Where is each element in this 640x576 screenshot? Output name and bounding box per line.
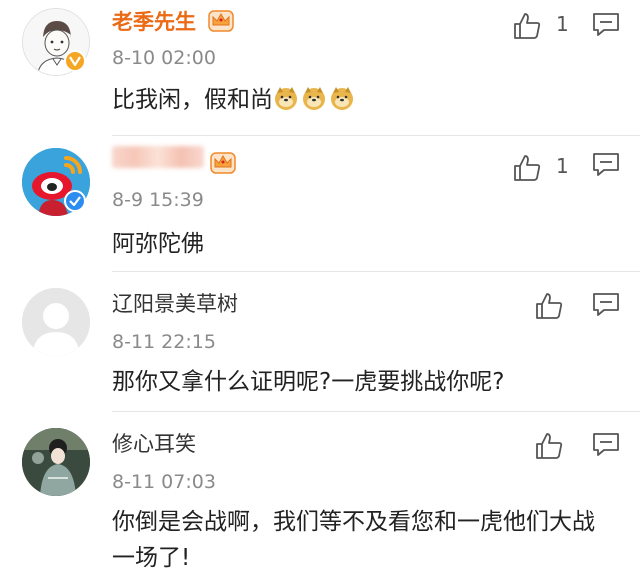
username[interactable]: 辽阳景美草树 bbox=[112, 290, 238, 318]
avatar[interactable] bbox=[22, 288, 90, 356]
username[interactable]: 老季先生 bbox=[112, 8, 196, 36]
like-button[interactable] bbox=[534, 288, 594, 324]
doge-icon bbox=[275, 87, 297, 110]
comment-item: 老季先生 8-10 02:00 比我闲，假和尚 1 bbox=[0, 0, 640, 136]
thumbs-up-icon bbox=[514, 155, 541, 181]
reply-button[interactable] bbox=[592, 432, 620, 458]
comment-text: 你倒是会战啊，我们等不及看您和一虎他们大战一场了! bbox=[112, 509, 595, 571]
thumbs-up-icon bbox=[514, 13, 541, 39]
timestamp: 8-11 07:03 bbox=[112, 471, 216, 493]
thumbs-up-icon bbox=[536, 433, 563, 459]
comment-icon bbox=[593, 293, 619, 316]
doge-icon bbox=[303, 87, 325, 110]
like-button[interactable] bbox=[534, 428, 594, 464]
reply-button[interactable] bbox=[592, 152, 620, 178]
verified-badge-icon bbox=[64, 50, 86, 72]
comment-text: 阿弥陀佛 bbox=[112, 231, 204, 257]
username-obscured[interactable] bbox=[112, 146, 204, 168]
comment-text: 那你又拿什么证明呢?一虎要挑战你呢? bbox=[112, 369, 505, 395]
reply-button[interactable] bbox=[592, 12, 620, 38]
timestamp: 8-9 15:39 bbox=[112, 189, 204, 211]
username[interactable]: 修心耳笑 bbox=[112, 430, 196, 458]
comment-text-content: 比我闲，假和尚 bbox=[112, 87, 273, 113]
thumbs-up-icon bbox=[536, 293, 563, 319]
like-count: 1 bbox=[556, 12, 569, 36]
reply-button[interactable] bbox=[592, 292, 620, 318]
verified-badge-icon bbox=[64, 190, 86, 212]
comment-text: 比我闲，假和尚 bbox=[112, 82, 620, 118]
comment-item: 8-9 15:39 阿弥陀佛 1 bbox=[0, 136, 640, 272]
timestamp: 8-11 22:15 bbox=[112, 331, 216, 353]
comment-list: 老季先生 8-10 02:00 比我闲，假和尚 1 8-9 15:39 阿弥陀佛… bbox=[0, 0, 640, 576]
timestamp: 8-10 02:00 bbox=[112, 47, 216, 69]
comment-icon bbox=[593, 13, 619, 36]
comment-item: 辽阳景美草树 8-11 22:15 那你又拿什么证明呢?一虎要挑战你呢? bbox=[0, 272, 640, 412]
avatar[interactable] bbox=[22, 428, 90, 496]
comment-icon bbox=[593, 433, 619, 456]
comment-icon bbox=[593, 153, 619, 176]
vip-crown-icon bbox=[210, 150, 236, 174]
comment-item: 修心耳笑 8-11 07:03 你倒是会战啊，我们等不及看您和一虎他们大战一场了… bbox=[0, 412, 640, 576]
like-count: 1 bbox=[556, 154, 569, 178]
vip-crown-icon bbox=[208, 8, 234, 32]
doge-icon bbox=[331, 87, 353, 110]
